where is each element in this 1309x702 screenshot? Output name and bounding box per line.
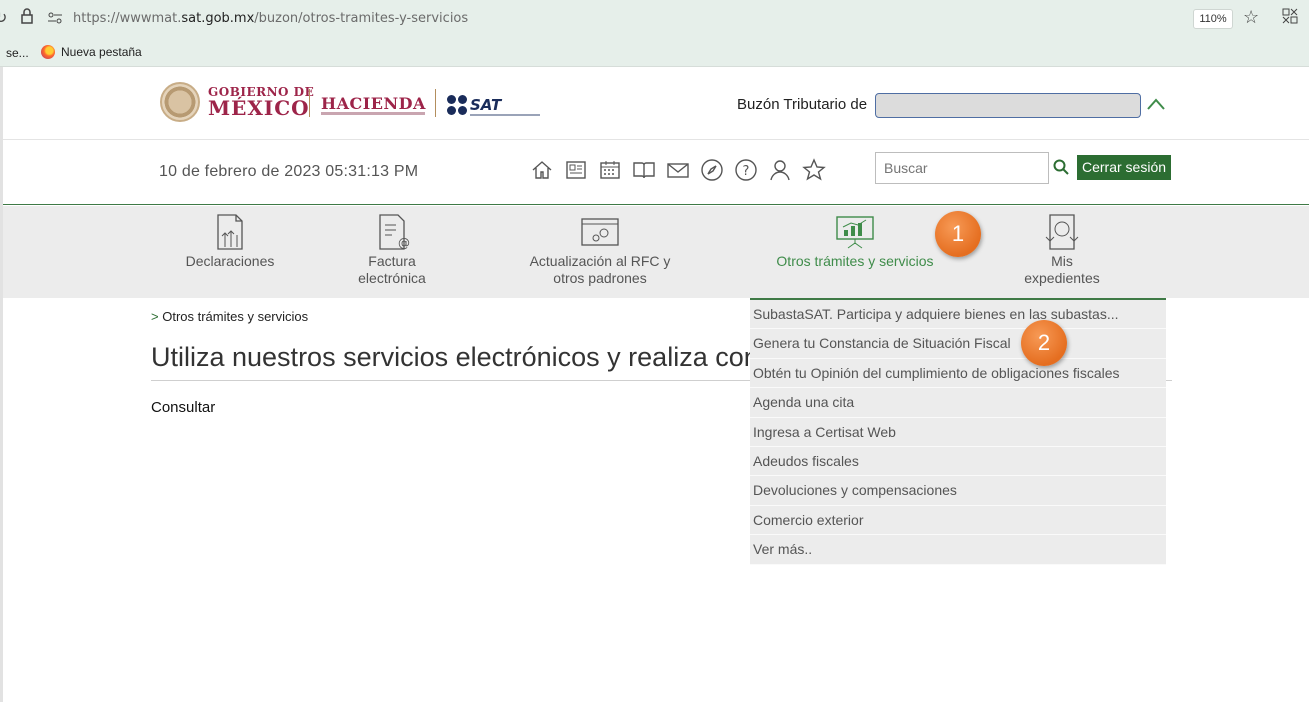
book-icon[interactable] bbox=[632, 158, 656, 182]
svg-text:?: ? bbox=[743, 164, 750, 179]
gob-line2: MÉXICO bbox=[208, 96, 310, 120]
search-input[interactable] bbox=[875, 152, 1049, 184]
lock-icon[interactable] bbox=[20, 8, 34, 29]
logo-divider bbox=[435, 89, 436, 117]
nav-item-actualizacion-rfc[interactable]: Actualización al RFC y otros padrones bbox=[520, 213, 680, 287]
nav-item-factura[interactable]: @ Factura electrónica bbox=[342, 213, 442, 287]
nav-label: expedientes bbox=[1024, 270, 1100, 286]
chevron-up-icon[interactable] bbox=[1146, 96, 1166, 112]
dropdown-item-comercio-exterior[interactable]: Comercio exterior bbox=[750, 505, 1166, 536]
bookmark-star-icon[interactable]: ☆ bbox=[1243, 7, 1259, 28]
annotation-badge-1: 1 bbox=[935, 211, 981, 257]
sat-dots-icon bbox=[447, 95, 467, 115]
breadcrumb-current[interactable]: Otros trámites y servicios bbox=[162, 309, 308, 324]
hacienda-subtitle-line bbox=[321, 112, 425, 115]
dropdown-item-opinion-cumplimiento[interactable]: Obtén tu Opinión del cumplimiento de obl… bbox=[750, 358, 1166, 389]
nav-label: Declaraciones bbox=[185, 253, 275, 269]
bookmarks-bar: se... Nueva pestaña bbox=[0, 38, 1309, 67]
url-path: /buzon/otros-tramites-y-servicios bbox=[254, 11, 469, 26]
user-icon[interactable] bbox=[768, 158, 792, 182]
settings-window-icon bbox=[581, 218, 619, 246]
reload-icon[interactable]: ↻ bbox=[0, 8, 7, 28]
star-icon[interactable] bbox=[802, 158, 826, 182]
sat-logo[interactable]: SAT bbox=[447, 95, 501, 115]
mexico-seal-icon bbox=[160, 82, 200, 122]
buzon-label: Buzón Tributario de bbox=[737, 96, 868, 113]
dropdown-item-agenda-cita[interactable]: Agenda una cita bbox=[750, 388, 1166, 418]
url-domain: sat.gob.mx bbox=[181, 11, 255, 26]
extensions-icon[interactable] bbox=[1281, 7, 1299, 30]
expedient-icon bbox=[1045, 214, 1079, 250]
invoice-icon: @ bbox=[379, 214, 410, 250]
declaration-icon bbox=[217, 214, 243, 250]
annotation-badge-2: 2 bbox=[1021, 320, 1067, 366]
breadcrumb: > Otros trámites y servicios bbox=[151, 309, 308, 324]
logo-divider bbox=[309, 89, 310, 117]
url-prefix: https://wwwmat. bbox=[73, 11, 182, 26]
nav-label: electrónica bbox=[358, 270, 426, 286]
nav-item-otros-tramites[interactable]: Otros trámites y servicios bbox=[770, 213, 940, 270]
svg-text:@: @ bbox=[398, 236, 410, 250]
nav-item-mis-expedientes[interactable]: Mis expedientes bbox=[1012, 213, 1112, 287]
dropdown-item-certisat-web[interactable]: Ingresa a Certisat Web bbox=[750, 417, 1166, 447]
nav-label: otros padrones bbox=[553, 270, 647, 286]
nav-label: Factura bbox=[368, 253, 416, 269]
nav-label: Mis bbox=[1051, 253, 1073, 269]
dropdown-item-constancia-situacion-fiscal[interactable]: Genera tu Constancia de Situación Fiscal bbox=[750, 329, 1166, 359]
sat-subtitle-line bbox=[470, 114, 540, 116]
page-title: Utiliza nuestros servicios electrónicos … bbox=[151, 342, 751, 372]
help-icon[interactable]: ? bbox=[734, 158, 758, 182]
search-icon[interactable] bbox=[1052, 158, 1070, 176]
bookmark-item[interactable]: se... bbox=[6, 46, 29, 60]
zoom-level[interactable]: 110% bbox=[1193, 9, 1233, 29]
otros-tramites-dropdown: SubastaSAT. Participa y adquiere bienes … bbox=[750, 298, 1166, 565]
compass-icon[interactable] bbox=[700, 158, 724, 182]
browser-address-bar[interactable]: ↻ https://wwwmat.sat.gob.mx/buzon/otros-… bbox=[0, 0, 1309, 38]
nav-item-declaraciones[interactable]: Declaraciones bbox=[180, 213, 280, 270]
presentation-chart-icon bbox=[836, 216, 874, 249]
bookmark-new-tab[interactable]: Nueva pestaña bbox=[41, 45, 142, 59]
firefox-icon bbox=[41, 45, 55, 59]
mail-icon[interactable] bbox=[666, 158, 690, 182]
nav-label: Actualización al RFC y bbox=[529, 253, 671, 269]
dropdown-item-subastasat[interactable]: SubastaSAT. Participa y adquiere bienes … bbox=[750, 300, 1166, 330]
logout-button[interactable]: Cerrar sesión bbox=[1077, 155, 1172, 180]
dropdown-item-ver-mas[interactable]: Ver más.. bbox=[750, 535, 1166, 565]
nav-label: Otros trámites y servicios bbox=[776, 253, 934, 269]
current-datetime: 10 de febrero de 2023 05:31:13 PM bbox=[159, 163, 419, 180]
dropdown-item-devoluciones[interactable]: Devoluciones y compensaciones bbox=[750, 476, 1166, 506]
breadcrumb-separator: > bbox=[151, 309, 159, 324]
sat-wordmark: SAT bbox=[470, 96, 502, 114]
dropdown-item-adeudos-fiscales[interactable]: Adeudos fiscales bbox=[750, 446, 1166, 477]
url-text[interactable]: https://wwwmat.sat.gob.mx/buzon/otros-tr… bbox=[73, 11, 468, 26]
taxpayer-name-field bbox=[875, 93, 1141, 118]
gobierno-logo[interactable]: GOBIERNO DE MÉXICO bbox=[160, 82, 314, 122]
hacienda-logo[interactable]: HACIENDA bbox=[321, 94, 426, 113]
calendar-icon[interactable] bbox=[598, 158, 622, 182]
site-permissions-icon[interactable] bbox=[47, 11, 63, 29]
news-icon[interactable] bbox=[564, 158, 588, 182]
section-subheading: Consultar bbox=[151, 399, 216, 416]
home-icon[interactable] bbox=[530, 158, 554, 182]
bookmark-label: Nueva pestaña bbox=[61, 45, 142, 59]
